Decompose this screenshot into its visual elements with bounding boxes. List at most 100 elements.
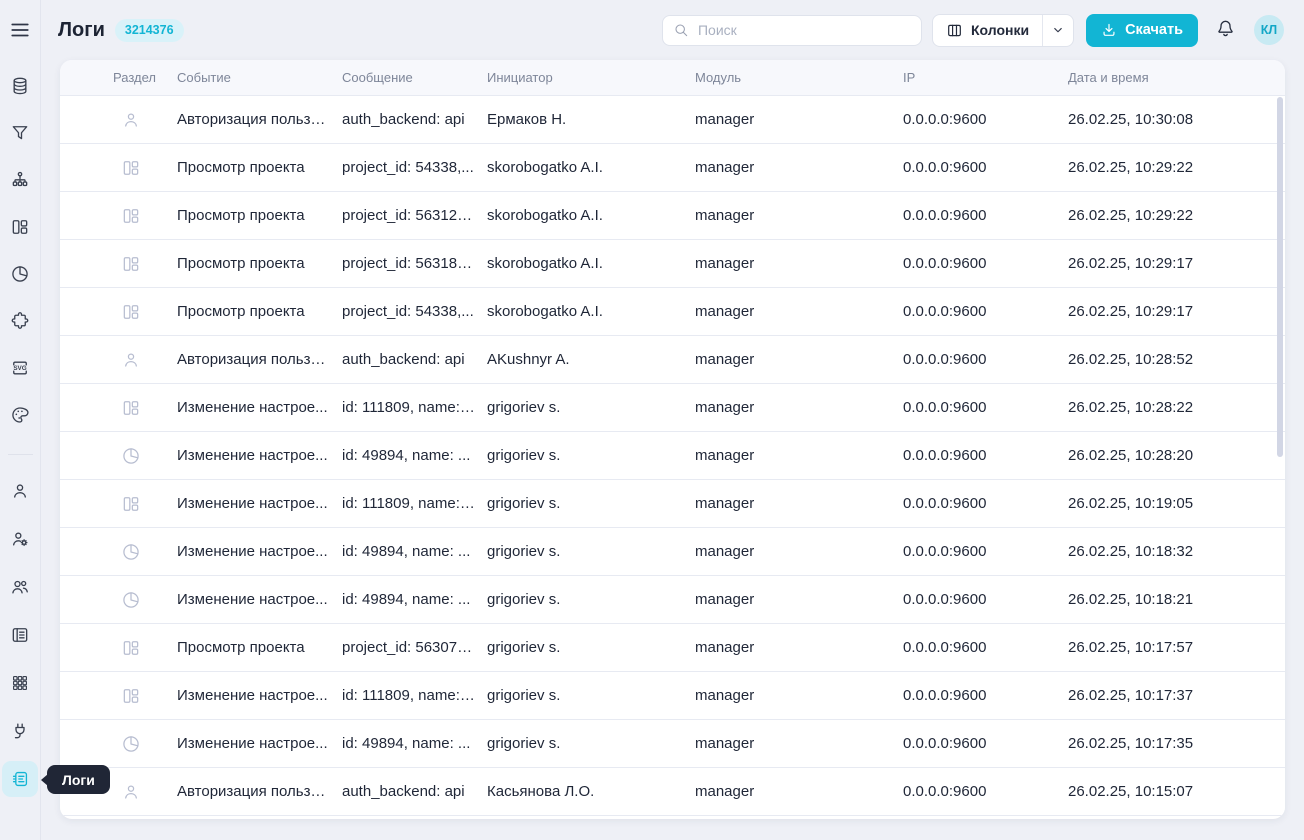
cell-ip: 0.0.0.0:9600 (903, 447, 1068, 464)
cell-message: auth_backend: api (342, 351, 487, 368)
cell-initiator: grigoriev s. (487, 591, 695, 608)
cell-module: manager (695, 159, 903, 176)
download-icon (1101, 22, 1117, 38)
column-header-1: Событие (177, 70, 342, 85)
logs-icon (10, 769, 30, 789)
sidebar-item-journal[interactable] (2, 617, 38, 653)
table-row[interactable]: Просмотр проектаproject_id: 56312, ...sk… (60, 192, 1285, 240)
columns-dropdown-button[interactable] (1042, 15, 1073, 46)
sidebar-item-projects[interactable] (2, 209, 38, 245)
cell-section (60, 254, 177, 274)
table-row[interactable]: Изменение настрое...id: 49894, name: ...… (60, 720, 1285, 768)
database-icon (10, 76, 30, 96)
cell-ip: 0.0.0.0:9600 (903, 495, 1068, 512)
sidebar-item-reports[interactable] (2, 256, 38, 292)
table-row[interactable]: Авторизация пользо...auth_backend: apiAK… (60, 336, 1285, 384)
cell-module: manager (695, 399, 903, 416)
table-row[interactable]: Просмотр проектаproject_id: 54338,...sko… (60, 288, 1285, 336)
palette-icon (10, 405, 30, 425)
cell-datetime: 26.02.25, 10:28:22 (1068, 399, 1285, 416)
search-input[interactable] (696, 21, 911, 39)
layout-icon (121, 254, 141, 274)
cell-module: manager (695, 255, 903, 272)
cell-initiator: grigoriev s. (487, 399, 695, 416)
sidebar-item-logs[interactable] (2, 761, 38, 797)
column-header-4: Модуль (695, 70, 903, 85)
layout-icon (121, 206, 141, 226)
pie-chart-icon (121, 590, 141, 610)
notifications-button[interactable] (1215, 18, 1236, 42)
cell-section (60, 158, 177, 178)
table-row[interactable]: Изменение настрое...id: 111809, name: ..… (60, 480, 1285, 528)
table-row[interactable]: Авторизация пользо...auth_backend: apiКа… (60, 768, 1285, 816)
cell-module: manager (695, 447, 903, 464)
cell-ip: 0.0.0.0:9600 (903, 735, 1068, 752)
layout-icon (121, 686, 141, 706)
cell-event: Просмотр проекта (177, 207, 342, 224)
cell-section (60, 398, 177, 418)
user-avatar[interactable]: КЛ (1254, 15, 1284, 45)
cell-event: Изменение настрое... (177, 543, 342, 560)
columns-icon (946, 22, 963, 39)
sidebar-item-user-settings[interactable] (2, 521, 38, 557)
columns-button[interactable]: Колонки (933, 15, 1042, 46)
search-box[interactable] (662, 15, 922, 46)
sidebar-item-users[interactable] (2, 569, 38, 605)
column-header-6: Дата и время (1068, 70, 1285, 85)
user-icon (121, 110, 141, 130)
cell-module: manager (695, 591, 903, 608)
cell-event: Изменение настрое... (177, 399, 342, 416)
table-row[interactable]: Изменение настрое...id: 49894, name: ...… (60, 432, 1285, 480)
cell-event: Просмотр проекта (177, 303, 342, 320)
sidebar-item-integrations[interactable] (2, 713, 38, 749)
cell-module: manager (695, 303, 903, 320)
sidebar-item-profile[interactable] (2, 473, 38, 509)
sidebar-item-apps[interactable] (2, 665, 38, 701)
cell-datetime: 26.02.25, 10:15:07 (1068, 783, 1285, 800)
sidebar-item-plugins[interactable] (2, 303, 38, 339)
cell-datetime: 26.02.25, 10:18:21 (1068, 591, 1285, 608)
table-row[interactable]: Изменение настрое...id: 111809, name: ..… (60, 384, 1285, 432)
cell-datetime: 26.02.25, 10:29:22 (1068, 207, 1285, 224)
columns-button-label: Колонки (971, 22, 1029, 38)
download-button[interactable]: Скачать (1086, 14, 1198, 47)
column-header-3: Инициатор (487, 70, 695, 85)
table-body: Авторизация пользо...auth_backend: apiЕр… (60, 96, 1285, 816)
table-scrollbar[interactable] (1277, 97, 1283, 457)
sidebar-item-filters[interactable] (2, 115, 38, 151)
cell-module: manager (695, 351, 903, 368)
layout-icon (121, 638, 141, 658)
cell-message: id: 49894, name: ... (342, 735, 487, 752)
cell-ip: 0.0.0.0:9600 (903, 111, 1068, 128)
cell-datetime: 26.02.25, 10:19:05 (1068, 495, 1285, 512)
sidebar-item-structure[interactable] (2, 162, 38, 198)
sidebar-item-theme[interactable] (2, 397, 38, 433)
search-icon (673, 22, 689, 38)
cell-module: manager (695, 783, 903, 800)
sidebar-item-database[interactable] (2, 68, 38, 104)
cell-module: manager (695, 111, 903, 128)
table-row[interactable]: Просмотр проектаproject_id: 56307, ...gr… (60, 624, 1285, 672)
table-row[interactable]: Изменение настрое...id: 111809, name: ..… (60, 672, 1285, 720)
cell-ip: 0.0.0.0:9600 (903, 159, 1068, 176)
cell-message: project_id: 56307, ... (342, 639, 487, 656)
sidebar-item-svg-assets[interactable]: SVG (2, 350, 38, 386)
sitemap-icon (10, 170, 30, 190)
table-row[interactable]: Авторизация пользо...auth_backend: apiЕр… (60, 96, 1285, 144)
menu-toggle-button[interactable] (9, 19, 31, 41)
table-row[interactable]: Просмотр проектаproject_id: 54338,...sko… (60, 144, 1285, 192)
cell-ip: 0.0.0.0:9600 (903, 255, 1068, 272)
cell-ip: 0.0.0.0:9600 (903, 543, 1068, 560)
layout-icon (121, 494, 141, 514)
table-row[interactable]: Просмотр проектаproject_id: 56318, ...sk… (60, 240, 1285, 288)
table-row[interactable]: Изменение настрое...id: 49894, name: ...… (60, 528, 1285, 576)
table-row[interactable]: Изменение настрое...id: 49894, name: ...… (60, 576, 1285, 624)
cell-datetime: 26.02.25, 10:29:17 (1068, 255, 1285, 272)
cell-module: manager (695, 543, 903, 560)
cell-event: Авторизация пользо... (177, 111, 342, 128)
download-button-label: Скачать (1125, 22, 1183, 38)
cell-message: id: 49894, name: ... (342, 591, 487, 608)
cell-event: Изменение настрое... (177, 735, 342, 752)
cell-ip: 0.0.0.0:9600 (903, 303, 1068, 320)
cell-module: manager (695, 495, 903, 512)
